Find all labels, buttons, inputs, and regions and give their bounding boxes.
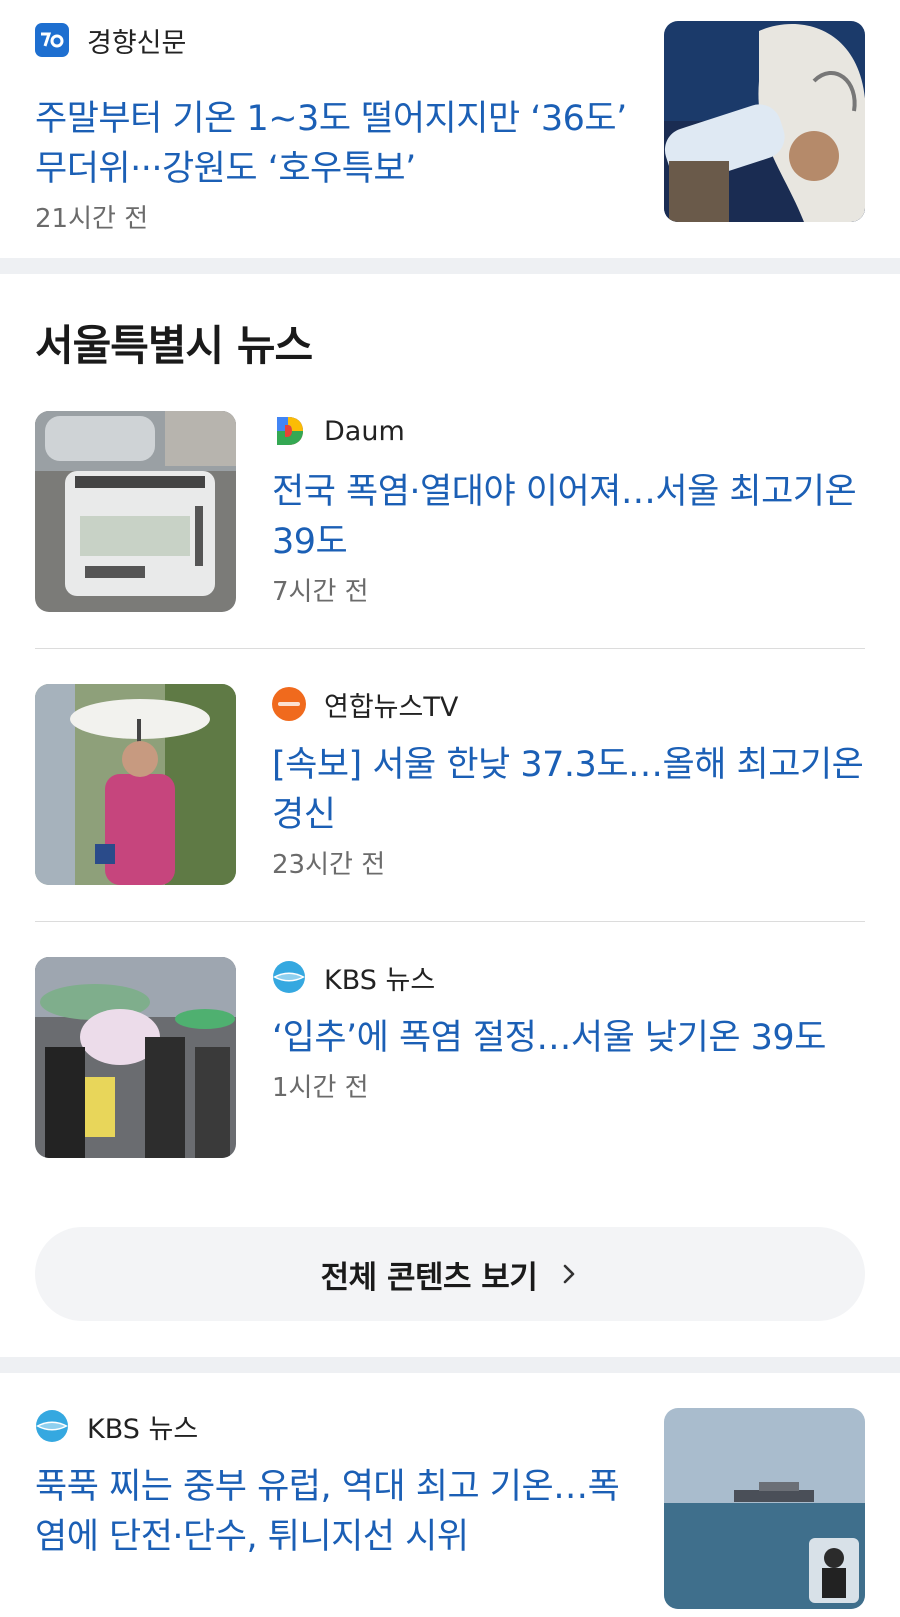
article-headline[interactable]: 전국 폭염·열대야 이어져…서울 최고기온 39도 bbox=[272, 467, 872, 567]
article-thumbnail[interactable] bbox=[35, 957, 236, 1158]
daum-logo-icon bbox=[272, 414, 306, 448]
row-divider bbox=[35, 648, 865, 649]
article-headline[interactable]: ‘입추’에 폭염 절정…서울 낮기온 39도 bbox=[272, 1013, 872, 1063]
section-title: 서울특별시 뉴스 bbox=[35, 321, 313, 370]
article-source: Daum bbox=[324, 415, 405, 447]
kbs-logo-icon bbox=[272, 960, 306, 994]
article-source-row: Daum bbox=[272, 411, 872, 451]
article-time: 7시간 전 bbox=[272, 577, 369, 607]
article-source: KBS 뉴스 bbox=[324, 964, 436, 996]
list-item[interactable]: 연합뉴스TV [속보] 서울 한낮 37.3도…올해 최고기온 경신 23시간 … bbox=[35, 684, 865, 886]
list-item[interactable]: Daum 전국 폭염·열대야 이어져…서울 최고기온 39도 7시간 전 bbox=[35, 411, 865, 613]
article-text: KBS 뉴스 ‘입추’에 폭염 절정…서울 낮기온 39도 1시간 전 bbox=[272, 957, 872, 1104]
article-text: Daum 전국 폭염·열대야 이어져…서울 최고기온 39도 7시간 전 bbox=[272, 411, 872, 608]
top-article-source-row: 경향신문 bbox=[35, 20, 635, 60]
chevron-right-icon bbox=[564, 1264, 575, 1284]
article-time: 23시간 전 bbox=[272, 850, 386, 880]
kbs-logo-icon bbox=[35, 1409, 69, 1443]
article-thumbnail[interactable] bbox=[35, 684, 236, 885]
article-source: 연합뉴스TV bbox=[324, 691, 459, 723]
article-source-row: 연합뉴스TV bbox=[272, 684, 872, 724]
top-article-text: 경향신문 주말부터 기온 1~3도 떨어지지만 ‘36도’ 무더위···강원도 … bbox=[35, 20, 635, 235]
list-item[interactable]: KBS 뉴스 ‘입추’에 폭염 절정…서울 낮기온 39도 1시간 전 bbox=[35, 957, 865, 1159]
view-all-content-label: 전체 콘텐츠 보기 bbox=[320, 1259, 538, 1296]
yonhapnewstv-logo-icon bbox=[272, 687, 306, 721]
bottom-article-thumbnail[interactable] bbox=[664, 1408, 865, 1609]
bottom-article-source: KBS 뉴스 bbox=[87, 1413, 199, 1445]
bottom-article-headline[interactable]: 푹푹 찌는 중부 유럽, 역대 최고 기온…폭염에 단전·단수, 튀니지선 시위 bbox=[35, 1462, 635, 1562]
article-text: 연합뉴스TV [속보] 서울 한낮 37.3도…올해 최고기온 경신 23시간 … bbox=[272, 684, 872, 881]
article-source-row: KBS 뉴스 bbox=[272, 957, 872, 997]
section-divider bbox=[0, 258, 900, 274]
kyunghyang-logo-icon bbox=[35, 23, 69, 57]
row-divider bbox=[35, 921, 865, 922]
bottom-article-source-row: KBS 뉴스 bbox=[35, 1406, 635, 1446]
article-time: 1시간 전 bbox=[272, 1073, 369, 1103]
top-article-thumbnail[interactable] bbox=[664, 21, 865, 222]
section-divider bbox=[0, 1357, 900, 1373]
view-all-content-button[interactable]: 전체 콘텐츠 보기 bbox=[35, 1227, 865, 1321]
top-article-headline[interactable]: 주말부터 기온 1~3도 떨어지지만 ‘36도’ 무더위···강원도 ‘호우특보… bbox=[35, 94, 635, 194]
article-thumbnail[interactable] bbox=[35, 411, 236, 612]
top-article-card[interactable]: 경향신문 주말부터 기온 1~3도 떨어지지만 ‘36도’ 무더위···강원도 … bbox=[0, 0, 900, 258]
article-headline[interactable]: [속보] 서울 한낮 37.3도…올해 최고기온 경신 bbox=[272, 740, 872, 840]
top-article-time: 21시간 전 bbox=[35, 204, 149, 234]
top-article-source: 경향신문 bbox=[87, 27, 187, 59]
bottom-article-text: KBS 뉴스 푹푹 찌는 중부 유럽, 역대 최고 기온…폭염에 단전·단수, … bbox=[35, 1406, 635, 1562]
